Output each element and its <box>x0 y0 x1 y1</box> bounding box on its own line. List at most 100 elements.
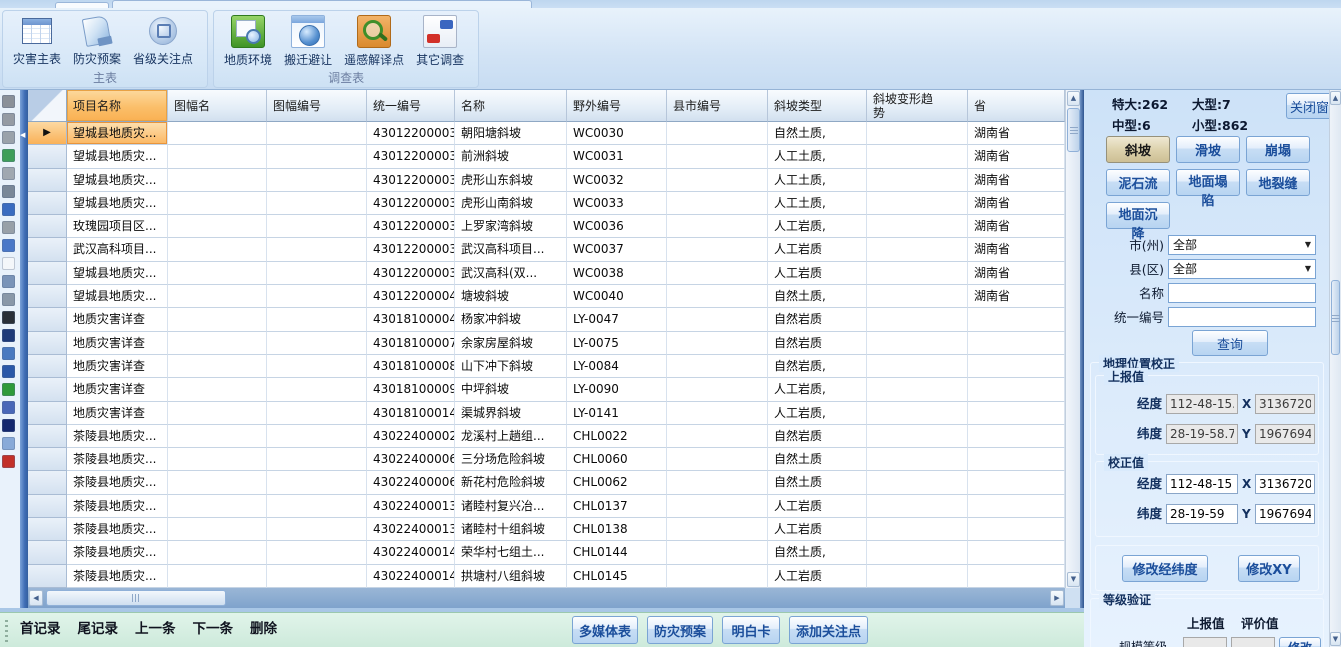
row-selector-cell[interactable] <box>28 332 67 355</box>
table-cell[interactable]: 湖南省 <box>968 169 1065 192</box>
table-cell[interactable]: 自然岩质 <box>768 308 867 331</box>
table-row[interactable]: 玫瑰园项目区...430122000036上罗家湾斜坡WC0036人工岩质,湖南… <box>28 215 1065 238</box>
table-cell[interactable] <box>168 448 267 471</box>
table-cell[interactable]: 望城县地质灾... <box>67 145 168 168</box>
row-selector-cell[interactable] <box>28 448 67 471</box>
reported-y-field[interactable] <box>1255 424 1315 444</box>
table-row[interactable]: 茶陵县地质灾...430224000138诸睦村十组斜坡CHL0138人工岩质 <box>28 518 1065 541</box>
table-cell[interactable] <box>168 471 267 494</box>
table-cell[interactable]: 430224000062 <box>367 471 455 494</box>
table-cell[interactable]: CHL0060 <box>567 448 667 471</box>
table-cell[interactable]: 430224000144 <box>367 541 455 564</box>
pencil-icon[interactable] <box>2 95 15 108</box>
table-cell[interactable]: 望城县地质灾... <box>67 285 168 308</box>
table-cell[interactable] <box>968 541 1065 564</box>
table-cell[interactable] <box>267 169 367 192</box>
table-cell[interactable] <box>667 518 768 541</box>
table-cell[interactable]: CHL0137 <box>567 495 667 518</box>
grid-horizontal-scrollbar[interactable]: ◀ ▶ <box>28 588 1065 608</box>
sphere-icon[interactable] <box>2 293 15 306</box>
table-cell[interactable]: 430224000145 <box>367 565 455 588</box>
table-cell[interactable] <box>867 238 968 261</box>
table-cell[interactable] <box>168 192 267 215</box>
panel-vertical-scrollbar[interactable]: ▲ ▼ <box>1329 90 1341 647</box>
row-selector-cell[interactable] <box>28 145 67 168</box>
table-cell[interactable] <box>267 355 367 378</box>
table-cell[interactable] <box>667 308 768 331</box>
table-cell[interactable]: WC0040 <box>567 285 667 308</box>
table-cell[interactable] <box>968 332 1065 355</box>
grid-icon[interactable] <box>2 275 15 288</box>
table-row[interactable]: 望城县地质灾...430122000040塘坡斜坡WC0040自然土质,湖南省 <box>28 285 1065 308</box>
city-select[interactable]: 全部 ▼ <box>1168 235 1316 255</box>
ribbon-button[interactable]: 其它调查 <box>410 13 470 69</box>
table-cell[interactable]: 中坪斜坡 <box>455 378 567 401</box>
table-cell[interactable]: 湖南省 <box>968 215 1065 238</box>
record-icon[interactable] <box>2 455 15 468</box>
table-cell[interactable]: 望城县地质灾... <box>67 169 168 192</box>
modify-grade-button[interactable]: 修改 <box>1279 637 1321 647</box>
table-cell[interactable] <box>267 565 367 588</box>
table-cell[interactable]: 湖南省 <box>968 238 1065 261</box>
table-cell[interactable]: 自然土质 <box>768 448 867 471</box>
table-cell[interactable] <box>867 355 968 378</box>
table-cell[interactable] <box>968 355 1065 378</box>
table-cell[interactable] <box>168 169 267 192</box>
table-cell[interactable]: 望城县地质灾... <box>67 262 168 285</box>
table-row[interactable]: 地质灾害详查430181000141渠城界斜坡LY-0141人工岩质, <box>28 402 1065 425</box>
table-cell[interactable] <box>168 402 267 425</box>
table-cell[interactable]: 人工岩质 <box>768 565 867 588</box>
table-cell[interactable]: LY-0090 <box>567 378 667 401</box>
table-cell[interactable]: 430122000037 <box>367 238 455 261</box>
table-row[interactable]: 地质灾害详查430181000090中坪斜坡LY-0090人工岩质, <box>28 378 1065 401</box>
table-cell[interactable]: 人工岩质, <box>768 215 867 238</box>
table-cell[interactable]: 430122000033 <box>367 192 455 215</box>
collapse-left-icon[interactable]: ◀ <box>20 130 25 140</box>
table-cell[interactable] <box>667 402 768 425</box>
category-button[interactable]: 地裂缝 <box>1246 169 1310 196</box>
table-row[interactable]: 茶陵县地质灾...430224000145拱塘村八组斜坡CHL0145人工岩质 <box>28 565 1065 588</box>
table-cell[interactable]: 430122000030 <box>367 122 455 145</box>
scroll-up-icon[interactable]: ▲ <box>1330 91 1341 105</box>
table-cell[interactable] <box>867 495 968 518</box>
scrollbar-thumb[interactable] <box>1331 280 1340 355</box>
row-selector-cell[interactable] <box>28 355 67 378</box>
table-cell[interactable]: 地质灾害详查 <box>67 308 168 331</box>
row-selector-cell[interactable] <box>28 192 67 215</box>
table-cell[interactable] <box>667 378 768 401</box>
category-button[interactable]: 滑坡 <box>1176 136 1240 163</box>
table-cell[interactable]: 430122000040 <box>367 285 455 308</box>
ribbon-button[interactable]: 遥感解译点 <box>338 13 410 69</box>
category-button[interactable]: 崩塌 <box>1246 136 1310 163</box>
table-cell[interactable]: 人工岩质, <box>768 402 867 425</box>
table-cell[interactable]: 武汉高科(双... <box>455 262 567 285</box>
table-cell[interactable]: WC0030 <box>567 122 667 145</box>
stamp-icon[interactable] <box>2 185 15 198</box>
table-cell[interactable] <box>168 565 267 588</box>
table-cell[interactable] <box>667 145 768 168</box>
table-cell[interactable]: WC0031 <box>567 145 667 168</box>
table-cell[interactable] <box>667 495 768 518</box>
table-cell[interactable] <box>267 262 367 285</box>
chevron-down-icon[interactable]: ▼ <box>1301 236 1315 254</box>
table-cell[interactable] <box>168 518 267 541</box>
column-header[interactable]: 项目名称 <box>67 90 168 122</box>
table-cell[interactable] <box>667 355 768 378</box>
table-row[interactable]: 望城县地质灾...430122000032虎形山东斜坡WC0032人工土质,湖南… <box>28 169 1065 192</box>
globe-icon[interactable] <box>2 149 15 162</box>
table-cell[interactable] <box>667 541 768 564</box>
table-cell[interactable] <box>267 192 367 215</box>
table-cell[interactable]: 地质灾害详查 <box>67 332 168 355</box>
table-cell[interactable] <box>867 425 968 448</box>
column-header[interactable]: 统一编号 <box>367 90 455 122</box>
table-cell[interactable]: 湖南省 <box>968 122 1065 145</box>
table-cell[interactable]: CHL0145 <box>567 565 667 588</box>
table-cell[interactable] <box>667 192 768 215</box>
corrected-lon-input[interactable] <box>1166 474 1238 494</box>
table-cell[interactable] <box>968 518 1065 541</box>
table-cell[interactable]: LY-0047 <box>567 308 667 331</box>
table-cell[interactable] <box>267 122 367 145</box>
row-selector-cell[interactable] <box>28 565 67 588</box>
table-cell[interactable]: 塘坡斜坡 <box>455 285 567 308</box>
nav-link[interactable]: 尾记录 <box>78 613 119 647</box>
